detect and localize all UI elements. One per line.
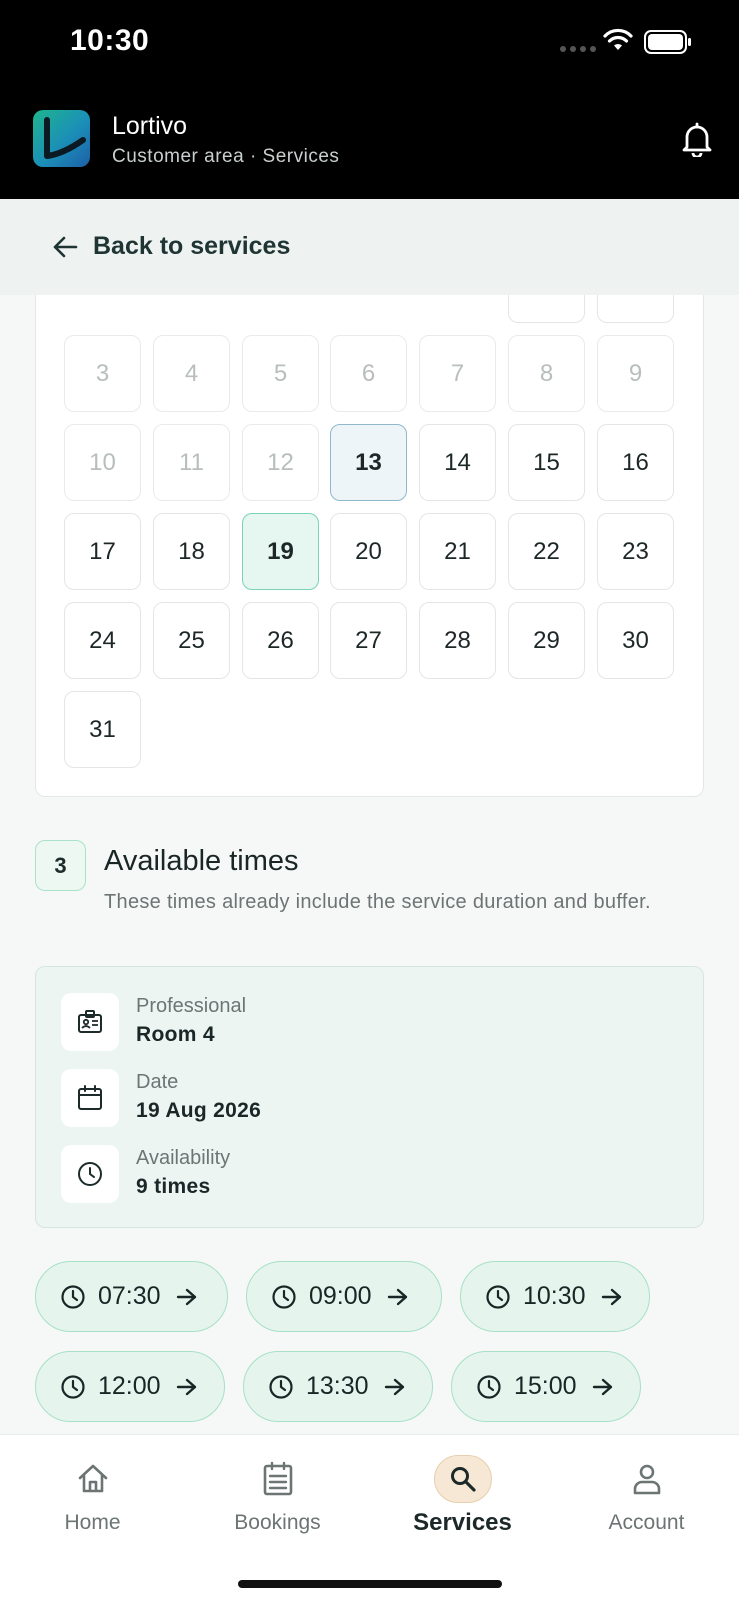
calendar-icon xyxy=(61,1069,119,1127)
calendar-day-partial xyxy=(597,295,674,323)
section-title: Available times xyxy=(104,845,299,877)
calendar-day: 4 xyxy=(153,335,230,412)
home-indicator xyxy=(238,1580,502,1588)
booking-summary-card: Professional Room 4 Date 19 Aug 2026 Ava… xyxy=(35,966,704,1228)
bell-icon[interactable] xyxy=(680,121,714,157)
date-label: Date xyxy=(136,1071,179,1093)
time-slot-button[interactable]: 12:00 xyxy=(35,1351,225,1422)
time-slot-label: 09:00 xyxy=(309,1282,372,1310)
nav-services-label: Services xyxy=(413,1509,512,1536)
availability-label: Availability xyxy=(136,1147,231,1169)
calendar-day[interactable]: 13 xyxy=(330,424,407,501)
calendar-day[interactable]: 25 xyxy=(153,602,230,679)
app-name: Lortivo xyxy=(112,112,188,140)
status-time: 10:30 xyxy=(70,24,150,57)
nav-bookings-label: Bookings xyxy=(234,1511,321,1534)
calendar-day[interactable]: 23 xyxy=(597,513,674,590)
clock-icon xyxy=(61,1284,85,1309)
professional-label: Professional xyxy=(136,995,247,1017)
time-slot-label: 12:00 xyxy=(98,1372,161,1400)
calendar-day: 5 xyxy=(242,335,319,412)
search-icon xyxy=(433,1455,492,1503)
calendar-day[interactable]: 24 xyxy=(64,602,141,679)
calendar-day[interactable]: 14 xyxy=(419,424,496,501)
calendar-day: 9 xyxy=(597,335,674,412)
calendar-day[interactable]: 26 xyxy=(242,602,319,679)
time-slot-label: 13:30 xyxy=(306,1372,369,1400)
calendar-day[interactable]: 30 xyxy=(597,602,674,679)
calendar-card: 3 4 5 6 7 8 9 10 11 12 13 14 15 16 17 18 19 20 21 22 23 24 25 2… xyxy=(35,295,704,797)
signal-icon xyxy=(560,46,596,52)
calendar-day-partial xyxy=(508,295,585,323)
step-badge: 3 xyxy=(35,840,86,891)
calendar-day[interactable]: 28 xyxy=(419,602,496,679)
calendar-day[interactable]: 22 xyxy=(508,513,585,590)
clock-icon xyxy=(61,1145,119,1203)
calendar-day[interactable]: 19 xyxy=(242,513,319,590)
clock-icon xyxy=(269,1374,293,1399)
calendar-day: 11 xyxy=(153,424,230,501)
time-slot-label: 07:30 xyxy=(98,1282,161,1310)
arrow-right-icon xyxy=(592,1378,613,1395)
clock-icon xyxy=(486,1284,510,1309)
time-slot-label: 10:30 xyxy=(523,1282,586,1310)
user-icon xyxy=(618,1455,676,1503)
calendar-day: 10 xyxy=(64,424,141,501)
calendar-day[interactable]: 21 xyxy=(419,513,496,590)
arrow-right-icon xyxy=(387,1288,408,1305)
date-value: 19 Aug 2026 xyxy=(136,1099,262,1122)
calendar-day[interactable]: 17 xyxy=(64,513,141,590)
calendar-day[interactable]: 15 xyxy=(508,424,585,501)
time-slot-label: 15:00 xyxy=(514,1372,577,1400)
calendar-day[interactable]: 18 xyxy=(153,513,230,590)
back-to-services-button[interactable]: Back to services xyxy=(0,199,739,295)
time-slot-button[interactable]: 13:30 xyxy=(243,1351,433,1422)
calendar-day: 7 xyxy=(419,335,496,412)
calendar-day: 3 xyxy=(64,335,141,412)
clock-icon xyxy=(61,1374,85,1399)
app-subtitle: Customer area · Services xyxy=(112,146,340,167)
arrow-left-icon xyxy=(53,236,78,258)
calendar-day[interactable]: 16 xyxy=(597,424,674,501)
app-logo xyxy=(33,110,90,167)
calendar-day: 8 xyxy=(508,335,585,412)
id-badge-icon xyxy=(61,993,119,1051)
clipboard-icon xyxy=(249,1455,307,1503)
nav-home-label: Home xyxy=(64,1511,121,1534)
home-icon xyxy=(64,1455,122,1503)
time-slot-button[interactable]: 15:00 xyxy=(451,1351,641,1422)
calendar-day: 12 xyxy=(242,424,319,501)
arrow-right-icon xyxy=(176,1288,197,1305)
calendar-day[interactable]: 20 xyxy=(330,513,407,590)
time-slot-button[interactable]: 10:30 xyxy=(460,1261,650,1332)
arrow-right-icon xyxy=(176,1378,197,1395)
professional-value: Room 4 xyxy=(136,1023,215,1046)
wifi-icon xyxy=(603,28,633,50)
time-slot-button[interactable]: 07:30 xyxy=(35,1261,228,1332)
app-header: Lortivo Customer area · Services xyxy=(0,88,739,199)
status-bar: 10:30 xyxy=(0,0,739,88)
section-description: These times already include the service … xyxy=(104,891,651,913)
calendar-day: 6 xyxy=(330,335,407,412)
arrow-right-icon xyxy=(601,1288,622,1305)
time-slot-button[interactable]: 09:00 xyxy=(246,1261,442,1332)
nav-account-label: Account xyxy=(608,1511,685,1534)
bottom-nav: Home Bookings Services Account xyxy=(0,1434,739,1600)
calendar-day[interactable]: 31 xyxy=(64,691,141,768)
availability-value: 9 times xyxy=(136,1175,211,1198)
back-label: Back to services xyxy=(93,232,291,260)
calendar-day[interactable]: 27 xyxy=(330,602,407,679)
calendar-day[interactable]: 29 xyxy=(508,602,585,679)
arrow-right-icon xyxy=(384,1378,405,1395)
battery-icon xyxy=(644,30,691,54)
clock-icon xyxy=(477,1374,501,1399)
clock-icon xyxy=(272,1284,296,1309)
